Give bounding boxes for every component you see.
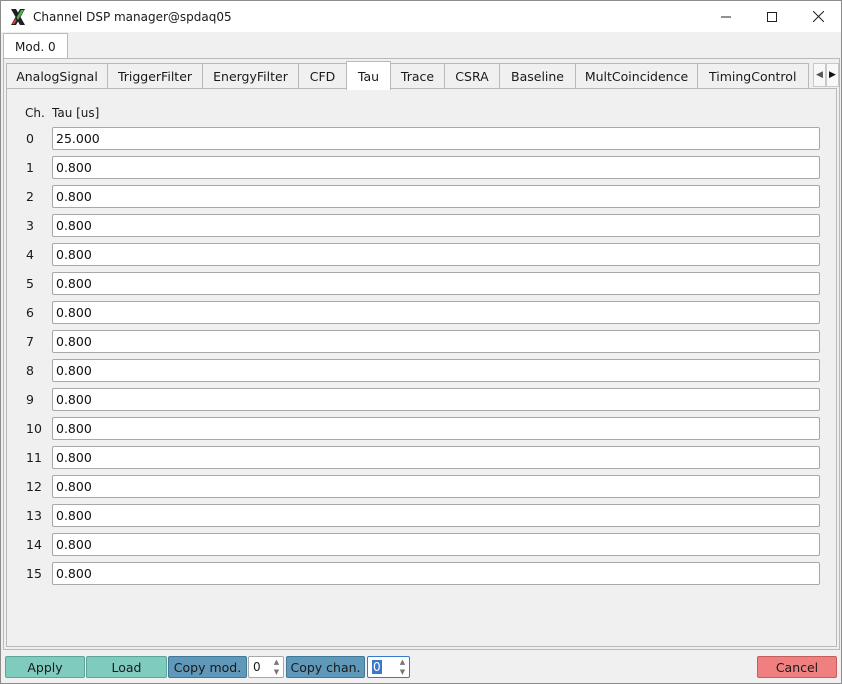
cancel-button[interactable]: Cancel <box>757 656 837 678</box>
header-tau: Tau [us] <box>52 106 100 120</box>
channel-label: 5 <box>26 276 34 291</box>
dsp-tab-bar: AnalogSignal TriggerFilter EnergyFilter … <box>6 61 839 90</box>
copy-mod-spinbox[interactable]: 0 ▲ ▼ <box>248 656 284 678</box>
tau-pane: Ch. Tau [us] 0 1 2 3 4 <box>6 88 837 647</box>
module-pane: AnalogSignal TriggerFilter EnergyFilter … <box>3 58 840 650</box>
chevron-left-icon: ◀ <box>816 70 823 80</box>
tau-input-ch12[interactable] <box>52 475 820 498</box>
channel-row: 15 <box>7 562 836 585</box>
channel-row: 8 <box>7 359 836 382</box>
tau-input-ch15[interactable] <box>52 562 820 585</box>
channel-label: 1 <box>26 160 34 175</box>
copy-chan-button[interactable]: Copy chan. <box>286 656 365 678</box>
tau-input-ch9[interactable] <box>52 388 820 411</box>
tau-input-ch0[interactable] <box>52 127 820 150</box>
tau-input-ch13[interactable] <box>52 504 820 527</box>
tau-input-ch6[interactable] <box>52 301 820 324</box>
channel-label: 7 <box>26 334 34 349</box>
dsp-manager-window: Channel DSP manager@spdaq05 Mod. 0 Analo… <box>0 0 842 684</box>
channel-label: 10 <box>26 421 42 436</box>
channel-row: 3 <box>7 214 836 237</box>
copy-chan-spinbox[interactable]: 0 ▲ ▼ <box>367 656 410 678</box>
channel-row: 0 <box>7 127 836 150</box>
tau-input-ch3[interactable] <box>52 214 820 237</box>
chevron-right-icon: ▶ <box>829 70 836 80</box>
channel-row: 6 <box>7 301 836 324</box>
tau-input-ch5[interactable] <box>52 272 820 295</box>
channel-label: 3 <box>26 218 34 233</box>
tau-input-ch7[interactable] <box>52 330 820 353</box>
window-title: Channel DSP manager@spdaq05 <box>33 9 232 24</box>
channel-row: 14 <box>7 533 836 556</box>
x-app-icon <box>11 8 25 25</box>
channel-label: 15 <box>26 566 42 581</box>
tab-scroll-right-button[interactable]: ▶ <box>826 63 839 87</box>
tab-energyfilter[interactable]: EnergyFilter <box>202 63 299 89</box>
channel-label: 13 <box>26 508 42 523</box>
apply-button[interactable]: Apply <box>5 656 85 678</box>
spin-down-icon[interactable]: ▼ <box>400 668 405 676</box>
channel-label: 12 <box>26 479 42 494</box>
channel-row: 10 <box>7 417 836 440</box>
copy-chan-value: 0 <box>372 660 382 674</box>
header-channel: Ch. <box>25 106 45 120</box>
channel-row: 9 <box>7 388 836 411</box>
tau-input-ch2[interactable] <box>52 185 820 208</box>
close-button[interactable] <box>795 1 841 32</box>
channel-row: 5 <box>7 272 836 295</box>
tab-mod-0[interactable]: Mod. 0 <box>3 33 68 59</box>
tau-input-ch10[interactable] <box>52 417 820 440</box>
spin-down-icon[interactable]: ▼ <box>274 668 279 676</box>
tau-input-ch14[interactable] <box>52 533 820 556</box>
channel-label: 8 <box>26 363 34 378</box>
channel-row: 4 <box>7 243 836 266</box>
tab-cfd[interactable]: CFD <box>298 63 347 89</box>
minimize-button[interactable] <box>703 1 749 32</box>
tab-baseline[interactable]: Baseline <box>499 63 576 89</box>
channel-label: 2 <box>26 189 34 204</box>
close-icon <box>812 11 824 22</box>
tau-input-ch8[interactable] <box>52 359 820 382</box>
maximize-icon <box>767 11 777 22</box>
bottom-toolbar: Apply Load Copy mod. 0 ▲ ▼ Copy chan. 0 … <box>1 653 841 683</box>
load-button[interactable]: Load <box>86 656 167 678</box>
title-bar[interactable]: Channel DSP manager@spdaq05 <box>1 1 841 32</box>
tau-input-ch1[interactable] <box>52 156 820 179</box>
minimize-icon <box>721 16 731 17</box>
channel-label: 0 <box>26 131 34 146</box>
tab-analogsignal[interactable]: AnalogSignal <box>6 63 108 89</box>
maximize-button[interactable] <box>749 1 795 32</box>
channel-row: 1 <box>7 156 836 179</box>
tab-scroll-left-button[interactable]: ◀ <box>813 63 826 87</box>
tau-input-ch11[interactable] <box>52 446 820 469</box>
channel-label: 9 <box>26 392 34 407</box>
tau-input-ch4[interactable] <box>52 243 820 266</box>
channel-row: 7 <box>7 330 836 353</box>
channel-label: 14 <box>26 537 42 552</box>
channel-label: 4 <box>26 247 34 262</box>
module-tab-bar: Mod. 0 <box>1 32 841 59</box>
channel-row: 2 <box>7 185 836 208</box>
tab-csra[interactable]: CSRA <box>444 63 500 89</box>
channel-label: 6 <box>26 305 34 320</box>
tab-timingcontrol[interactable]: TimingControl <box>697 63 809 89</box>
spin-up-icon[interactable]: ▲ <box>400 658 405 666</box>
channel-row: 11 <box>7 446 836 469</box>
tab-triggerfilter[interactable]: TriggerFilter <box>107 63 203 89</box>
tab-trace[interactable]: Trace <box>390 63 445 89</box>
tab-multcoincidence[interactable]: MultCoincidence <box>575 63 698 89</box>
channel-label: 11 <box>26 450 42 465</box>
copy-mod-button[interactable]: Copy mod. <box>168 656 247 678</box>
channel-row: 12 <box>7 475 836 498</box>
channel-row: 13 <box>7 504 836 527</box>
copy-mod-value: 0 <box>253 660 261 674</box>
spin-up-icon[interactable]: ▲ <box>274 658 279 666</box>
tab-tau[interactable]: Tau <box>346 61 391 90</box>
